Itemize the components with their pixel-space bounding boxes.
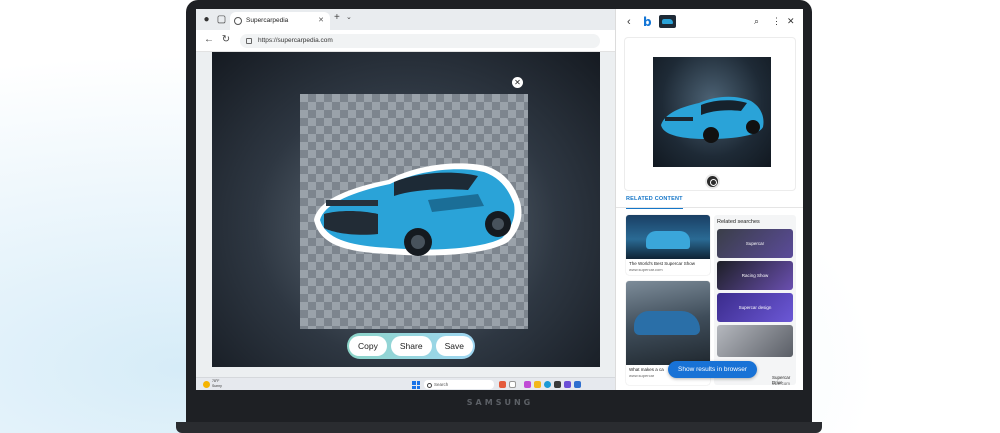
result-image (626, 215, 710, 259)
visual-search-lens-icon[interactable] (705, 174, 720, 189)
taskbar-search[interactable]: Search (424, 380, 494, 389)
screen: ● ▢ Supercarpedia ✕ + ⌄ ← ↻ https://supe… (196, 9, 803, 390)
sidebar-header: ‹ b ⌕ ⋮ ✕ (616, 9, 803, 37)
address-bar-row: ← ↻ https://supercarpedia.com (196, 30, 615, 52)
close-overlay-icon[interactable]: ✕ (512, 77, 523, 88)
file-explorer-icon[interactable] (534, 381, 541, 388)
result-title: The World's Best Supercar Show (629, 261, 696, 266)
page-content: ✕ Copy Share Save (196, 52, 615, 377)
search-icon[interactable]: ⌕ (754, 16, 759, 27)
app-icon-2[interactable] (509, 381, 516, 388)
weather-desc: Sunny (212, 383, 222, 388)
related-search-item[interactable]: Supercar design (717, 293, 793, 322)
result-image (626, 281, 710, 365)
bing-logo-icon: b (643, 15, 652, 29)
related-searches-title: Related searches (717, 219, 760, 225)
refresh-icon[interactable]: ↻ (220, 34, 232, 45)
device-brand: SAMSUNG (466, 398, 534, 407)
related-search-item[interactable]: Racing Show (717, 261, 793, 290)
browser-tab[interactable]: Supercarpedia ✕ (230, 12, 330, 30)
start-icon[interactable] (412, 381, 420, 389)
query-image[interactable] (653, 57, 771, 167)
image-viewer (212, 52, 600, 367)
visual-search-sidebar: ‹ b ⌕ ⋮ ✕ RELATED CONTENT The World's Be… (615, 9, 803, 390)
related-search-item[interactable] (717, 325, 793, 357)
profile-icon[interactable]: ● (200, 13, 213, 26)
sun-icon (203, 381, 210, 388)
car-preview-image (661, 96, 764, 143)
car-cutout-image[interactable] (308, 150, 530, 268)
chevron-left-icon[interactable]: ‹ (627, 16, 631, 28)
laptop-base (176, 422, 822, 433)
result-card[interactable]: The World's Best Supercar Show www.super… (626, 215, 710, 275)
query-thumbnail[interactable] (659, 15, 676, 28)
weather-widget[interactable]: 78°F Sunny (212, 379, 222, 388)
lock-icon (246, 38, 252, 44)
share-button[interactable]: Share (390, 336, 432, 356)
windows-taskbar: 78°F Sunny Search (196, 377, 615, 390)
url-text: https://supercarpedia.com (258, 37, 333, 44)
app-icon-1[interactable] (499, 381, 506, 388)
site-favicon-icon (234, 17, 242, 25)
save-button[interactable]: Save (435, 336, 473, 356)
new-tab-icon[interactable]: + (334, 12, 340, 23)
close-icon[interactable]: ✕ (787, 16, 795, 27)
tab-bar: ● ▢ Supercarpedia ✕ + ⌄ (196, 9, 615, 30)
more-options-icon[interactable]: ⋮ (772, 16, 781, 27)
teams-icon[interactable] (564, 381, 571, 388)
related-searches-panel: Related searches Supercar Racing Show Su… (714, 215, 796, 386)
tab-actions-icon[interactable]: ▢ (215, 13, 228, 26)
tab-menu-chevron-icon[interactable]: ⌄ (346, 13, 352, 21)
app-icon-3[interactable] (554, 381, 561, 388)
tab-title: Supercarpedia (246, 17, 289, 24)
tab-close-icon[interactable]: ✕ (318, 12, 324, 30)
related-search-item[interactable]: Supercar (717, 229, 793, 258)
edge-icon[interactable] (544, 381, 551, 388)
result-source: www.supercar.com (629, 266, 663, 272)
image-action-bar: Copy Share Save (347, 333, 475, 359)
url-field[interactable]: https://supercarpedia.com (240, 34, 600, 48)
show-results-button[interactable]: Show results in browser (668, 361, 757, 378)
copy-button[interactable]: Copy (349, 336, 387, 356)
tab-divider (616, 207, 803, 208)
app-icon-4[interactable] (574, 381, 581, 388)
result-source: owe.com (772, 381, 791, 386)
copilot-icon[interactable] (524, 381, 531, 388)
back-icon[interactable]: ← (203, 34, 215, 45)
